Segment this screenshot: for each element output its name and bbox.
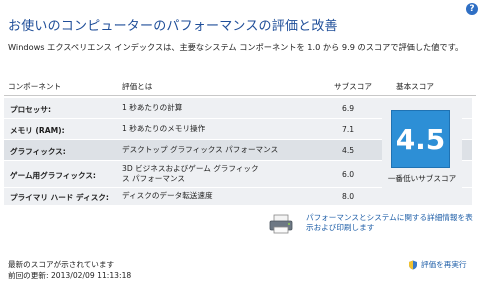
component-description: デスクトップ グラフィックス パフォーマンス bbox=[122, 145, 279, 154]
base-score-caption: 一番低いサブスコア bbox=[387, 174, 457, 183]
rerun-label: 評価を再実行 bbox=[421, 260, 467, 269]
col-component-header: コンポーネント bbox=[8, 82, 62, 91]
table-header: コンポーネント 評価とは サブスコア 基本スコア bbox=[0, 77, 480, 93]
subscore: 6.9 bbox=[342, 104, 355, 113]
component-name: グラフィックス: bbox=[10, 147, 66, 156]
base-score-value: 4.5 bbox=[391, 110, 450, 168]
col-description-header: 評価とは bbox=[122, 82, 153, 91]
rerun-assessment-link[interactable]: 評価を再実行 bbox=[408, 259, 467, 270]
base-score-panel: 4.5 一番低いサブスコア bbox=[382, 108, 462, 204]
col-subscore-header: サブスコア bbox=[334, 82, 372, 91]
component-description: 3D ビジネスおよびゲーム グラフィックス パフォーマンス bbox=[122, 164, 259, 183]
last-updated-text: 前回の更新: 2013/02/09 11:13:18 bbox=[8, 271, 132, 280]
page-subtitle: Windows エクスペリエンス インデックスは、主要なシステム コンポーネント… bbox=[8, 42, 464, 52]
page-title: お使いのコンピューターのパフォーマンスの評価と改善 bbox=[8, 19, 338, 34]
component-name: プライマリ ハード ディスク: bbox=[10, 193, 109, 202]
header-divider bbox=[4, 95, 476, 96]
component-description: ディスクのデータ転送速度 bbox=[122, 191, 213, 200]
component-description: 1 秒あたりの計算 bbox=[122, 103, 183, 112]
subscore: 4.5 bbox=[342, 146, 355, 155]
subscore: 6.0 bbox=[342, 170, 355, 179]
shield-icon bbox=[409, 260, 417, 269]
component-name: プロセッサ: bbox=[10, 105, 52, 114]
help-icon[interactable]: ? bbox=[466, 3, 478, 15]
subscore: 7.1 bbox=[342, 125, 355, 134]
component-name: メモリ (RAM): bbox=[10, 126, 65, 135]
component-name: ゲーム用グラフィックス: bbox=[10, 171, 96, 180]
score-status-text: 最新のスコアが示されています bbox=[8, 260, 115, 269]
subscore: 8.0 bbox=[342, 192, 355, 201]
detail-info-link[interactable]: パフォーマンスとシステムに関する詳細情報を表示および印刷します bbox=[306, 213, 476, 233]
col-basescore-header: 基本スコア bbox=[396, 82, 434, 91]
component-description: 1 秒あたりのメモリ操作 bbox=[122, 124, 206, 133]
printer-icon[interactable] bbox=[268, 214, 296, 238]
